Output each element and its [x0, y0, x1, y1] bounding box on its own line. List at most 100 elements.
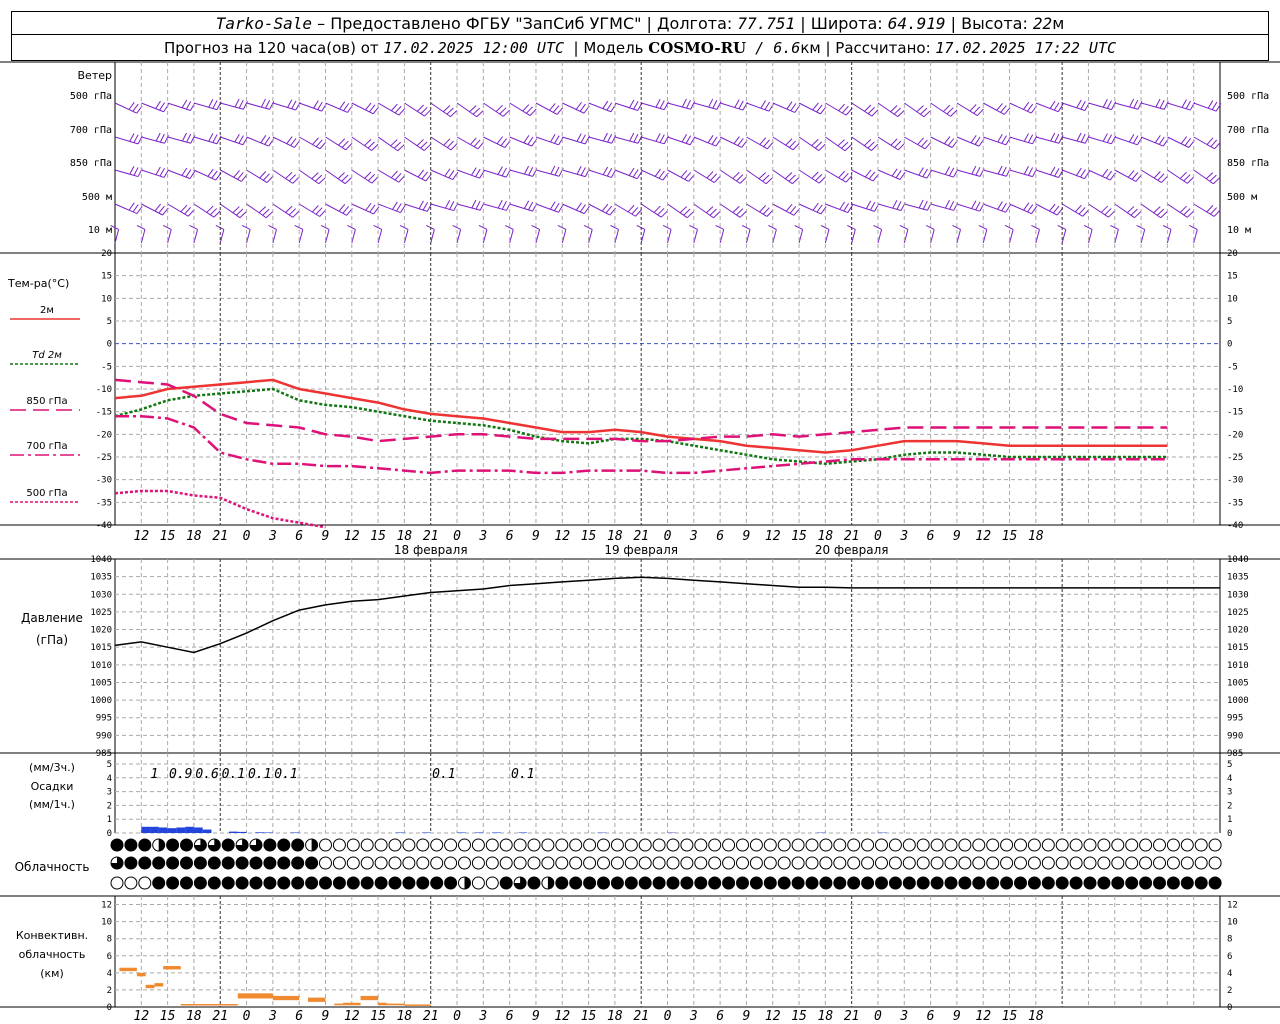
wind-barb-feather [1131, 172, 1139, 180]
cloud-symbol [805, 856, 819, 870]
cloud-symbol [471, 856, 485, 870]
wind-barb-feather [580, 167, 586, 176]
wind-barb [956, 203, 980, 212]
cloud-symbol-overcast [402, 876, 416, 890]
conv-bar [272, 995, 300, 1001]
pressure-tick-label: 1000 [90, 696, 112, 706]
cloud-symbol-overcast [875, 876, 888, 890]
wind-barb-feather [974, 136, 981, 145]
cloud-symbol-overcast [680, 876, 694, 890]
wind-barb-feather [319, 209, 327, 217]
wind-barb-feather [446, 140, 454, 148]
conv-bar [360, 995, 379, 1001]
cloud-symbol-overcast [416, 876, 430, 890]
cloud-symbol-overcast [1000, 876, 1014, 890]
wind-barb-feather [1102, 133, 1108, 142]
wind-barb [719, 169, 741, 184]
wind-barb-feather [654, 168, 661, 177]
wind-barb-feather [1157, 173, 1165, 181]
wind-barb-feather [758, 172, 766, 180]
wind-barb [351, 203, 374, 215]
cloud-symbol-overcast [791, 876, 805, 890]
time-tick-label: 6 [716, 529, 724, 544]
wind-barb-feather [631, 207, 639, 215]
conv-tick-label: 2 [107, 986, 112, 996]
time-tick-label: 3 [689, 529, 698, 544]
cloud-symbol [402, 856, 416, 870]
cloud-symbol-overcast [1180, 876, 1194, 890]
wind-barb-feather [1159, 99, 1165, 109]
wind-barb-feather [371, 176, 379, 184]
wind-barb [1061, 229, 1067, 244]
wind-barb-feather [1158, 136, 1165, 145]
wind-barb-feather [706, 206, 714, 214]
cloud-symbol [777, 856, 791, 870]
wind-barb-feather [922, 200, 928, 210]
conv-bar [404, 1004, 431, 1006]
time-tick-label-bottom: 6 [506, 1009, 514, 1024]
wind-barb [456, 229, 462, 244]
wind-barb-feather [291, 100, 297, 110]
wind-barb [535, 229, 541, 244]
wind-barb-feather [916, 105, 924, 113]
wind-barb-feather [264, 136, 271, 145]
wind-barb [1140, 169, 1162, 184]
wind-barb-feather [659, 134, 665, 143]
wind-barb-feather [1028, 167, 1034, 176]
cloud-symbol-overcast [1083, 876, 1097, 890]
cloud-symbol [1097, 856, 1111, 870]
wind-barb-feather [976, 108, 984, 116]
wind-barb-feather [258, 206, 267, 214]
wind-barb-feather [792, 177, 800, 185]
cloud-symbol-overcast [180, 856, 193, 870]
cloud-symbol [332, 856, 346, 870]
cloud-symbol [458, 838, 471, 852]
wind-barb-feather [420, 106, 428, 115]
wind-barb-feather [1213, 209, 1221, 217]
wind-barb-feather [523, 135, 530, 144]
wind-barb-feather [713, 175, 721, 183]
wind-barb-feather [128, 202, 135, 211]
wind-barb-feather [550, 134, 556, 143]
wind-barb-feather [788, 174, 796, 182]
wind-barb-feather [864, 139, 872, 147]
precip-3h-label: 0.1 [432, 767, 455, 782]
wind-barb-feather [208, 133, 214, 142]
wind-barb [746, 203, 768, 217]
wind-barb-feather [206, 205, 214, 213]
wind-barb-feather [897, 143, 905, 151]
wind-barb-feather [891, 168, 898, 177]
cloud-symbol-overcast [847, 876, 861, 890]
wind-barb-feather [997, 201, 1003, 210]
wind-barb-feather [785, 204, 793, 212]
cloud-symbol [541, 856, 555, 870]
wind-barb [903, 229, 909, 244]
wind-barb-feather [207, 168, 214, 177]
wind-barb-feather [893, 107, 902, 115]
wind-barb-feather [814, 141, 823, 149]
wind-barb-feather [944, 136, 951, 145]
wind-barb-feather [1206, 137, 1214, 145]
cloud-symbol [1014, 838, 1027, 852]
cloud-symbol [986, 856, 1000, 870]
cloud-symbol [444, 856, 458, 870]
wind-barb [509, 203, 533, 212]
precip-3h-label: 0.1 [248, 767, 271, 782]
temp-tick-label: -20 [96, 430, 112, 440]
conv-bar [180, 1004, 238, 1006]
wind-barb-feather [1054, 168, 1060, 177]
wind-barb-feather [421, 171, 428, 180]
time-tick-label: 9 [532, 529, 540, 544]
pressure-tick-label-right: 1025 [1227, 608, 1249, 618]
conv-tick-label: 8 [107, 935, 112, 945]
wind-barb-feather [315, 207, 323, 215]
wind-barb-feather [449, 201, 455, 210]
wind-barb-feather [1082, 209, 1090, 217]
wind-barb-feather [1185, 100, 1191, 110]
temp-legend-label: 850 гПа [26, 396, 67, 407]
wind-barb-feather [288, 174, 296, 182]
time-tick-label: 15 [370, 529, 386, 544]
wind-barb-feather [871, 143, 879, 151]
wind-barb-feather [971, 165, 977, 175]
wind-barb [588, 102, 612, 113]
